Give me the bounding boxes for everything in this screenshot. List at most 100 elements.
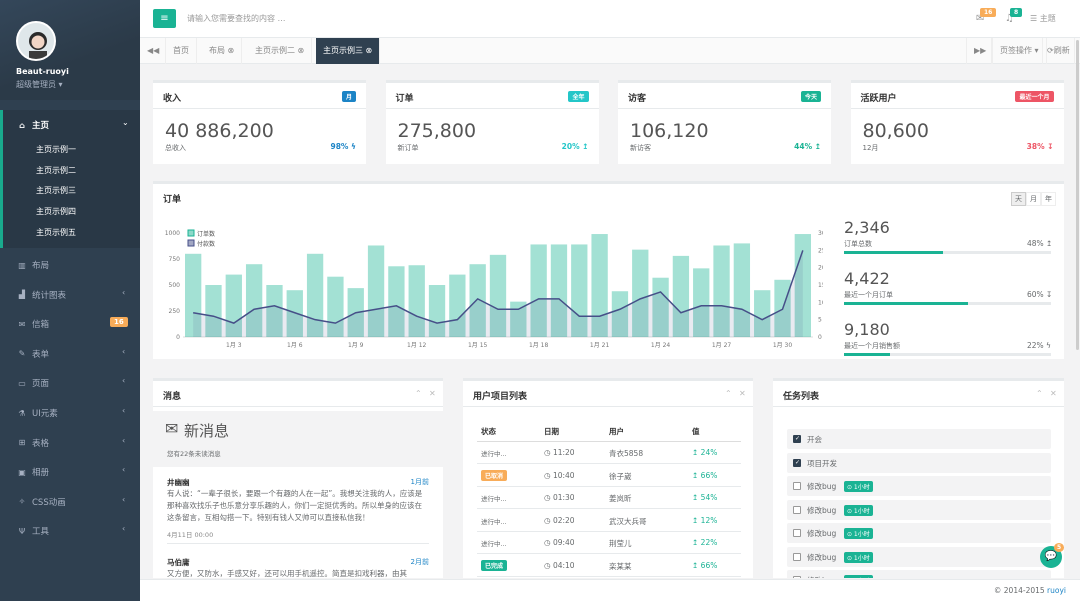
menu-item[interactable]: ✧ CSS动画 [16, 496, 66, 508]
menu-toggle-button[interactable]: ≡ [153, 9, 176, 28]
task-checkbox[interactable]: ✓ [793, 458, 801, 467]
menu-item[interactable]: ▥ 布局 [16, 259, 49, 272]
avatar[interactable] [16, 21, 56, 61]
row-time: ◷ 04:10 [544, 560, 575, 570]
x-tick: 1月 6 [287, 342, 303, 349]
legend-orders: 订单数 [197, 230, 215, 238]
menu-item[interactable]: ⚗ UI元素 [16, 407, 57, 420]
close-icon[interactable]: ⊗ [228, 46, 235, 55]
submenu-item[interactable]: 主页示例三 [36, 185, 76, 196]
close-icon[interactable]: ⊗ [366, 46, 373, 55]
y-right-tick: 5 [818, 317, 822, 324]
menu-item[interactable]: ▣ 相册 [16, 466, 49, 479]
footer-link[interactable]: ruoyi [1047, 586, 1066, 595]
new-messages-heading: 新消息 [184, 422, 230, 440]
refresh-button[interactable]: ⟳刷新 [1042, 38, 1075, 64]
task-checkbox[interactable]: ✓ [793, 435, 801, 443]
task-item[interactable]: 修改bug ⊙ 1小时 [787, 546, 1051, 567]
tab-home-example-2[interactable]: 主页示例二 ⊗ [248, 38, 313, 64]
stat-card-percent: 44% ↥ [794, 142, 821, 151]
task-item[interactable]: 修改bug ⊙ 1小时 [787, 523, 1051, 543]
range-day-button[interactable]: 天 [1011, 192, 1026, 206]
tabs-scroll-left-button[interactable]: ◀◀ [140, 38, 166, 64]
task-checkbox[interactable] [793, 552, 801, 561]
message-time: 1月前 [410, 478, 429, 486]
stat-card-title: 活跃用户 [860, 94, 897, 104]
menu-item[interactable]: ⊞ 表格 [16, 437, 49, 449]
row-time: ◷ 11:20 [544, 448, 575, 457]
task-checkbox[interactable] [793, 576, 801, 578]
task-item[interactable]: 修改bug ⊙ 1小时 [787, 476, 1051, 496]
row-user: 姜岚昕 [609, 494, 632, 503]
submenu-item[interactable]: 主页示例四 [36, 206, 76, 217]
row-value: ↥ 22% [692, 538, 718, 547]
clock-icon: ◷ [544, 470, 553, 480]
task-item[interactable]: ✓ 项目开发 [787, 452, 1051, 473]
search-input[interactable]: 请输入您需要查找的内容 … [187, 13, 286, 24]
menu-item[interactable]: ▟ 统计图表 [16, 289, 66, 301]
task-label: 修改bug [807, 552, 837, 562]
task-checkbox[interactable] [793, 505, 801, 514]
copyright-text: © 2014-2015 [993, 586, 1045, 595]
panel-collapse-icon[interactable]: ⌃ [725, 389, 732, 398]
close-icon[interactable]: ⊗ [298, 46, 305, 55]
task-time-badge: ⊙ 1小时 [844, 575, 873, 578]
row-value: ↥ 66% [692, 560, 718, 570]
submenu-item[interactable]: 主页示例五 [36, 227, 76, 238]
menu-item-home[interactable]: ⌂ 主页 [16, 119, 49, 132]
table-icon: ⊞ [18, 438, 26, 448]
tab-home-example-3[interactable]: 主页示例三 ⊗ [316, 38, 381, 64]
panel-close-icon[interactable]: ✕ [429, 389, 436, 398]
stat-card-value: 106,120 [630, 120, 709, 142]
tab-operations-dropdown[interactable]: 页签操作 ▾ [992, 38, 1047, 64]
order-stat-percent: 60% ↧ [1027, 290, 1053, 299]
order-stat-label: 订单总数 [844, 240, 872, 248]
stat-card: 访客 今天 106,120 新访客 44% ↥ [618, 80, 831, 164]
order-stat-percent: 48% ↥ [1027, 239, 1053, 248]
menu-item[interactable]: Ψ 工具 [16, 525, 49, 538]
row-user: 荆莹儿 [609, 539, 632, 548]
order-stat-label: 最近一个月订单 [844, 291, 893, 299]
row-user: 青衣5858 [609, 449, 644, 458]
home-icon: ⌂ [19, 120, 25, 130]
submenu-item[interactable]: 主页示例一 [36, 144, 76, 155]
menu-item[interactable]: ✎ 表单 [16, 348, 49, 360]
task-item[interactable]: 修改bug ⊙ 1小时 [787, 499, 1051, 520]
tasks-panel-title: 任务列表 [783, 392, 820, 402]
task-label: 项目开发 [807, 458, 837, 468]
range-month-button[interactable]: 月 [1026, 192, 1041, 206]
tab-layout[interactable]: 布局 ⊗ [202, 38, 243, 64]
message-author[interactable]: 马伯庸 [167, 557, 190, 568]
message-time: 2月前 [410, 558, 429, 566]
range-year-button[interactable]: 年 [1041, 192, 1056, 206]
task-item[interactable]: ✓ 开会 [787, 429, 1051, 449]
theme-button[interactable]: ☰ 主题 [1030, 13, 1056, 24]
message-author[interactable]: 井幽幽 [167, 477, 190, 488]
tab-home[interactable]: 首页 [166, 38, 197, 64]
page-scrollbar[interactable] [1076, 40, 1079, 350]
level-up-icon: ↥ [692, 560, 701, 570]
user-name[interactable]: Beaut-ruoyi [16, 67, 69, 76]
menu-item[interactable]: ✉ 信箱 [16, 318, 49, 331]
panel-close-icon[interactable]: ✕ [1050, 389, 1057, 398]
row-user: 武汉大兵哥 [609, 516, 647, 526]
submenu-item[interactable]: 主页示例二 [36, 165, 76, 176]
task-item[interactable]: 修改bug ⊙ 1小时 [787, 570, 1051, 578]
tabs-scroll-right-button[interactable]: ▶▶ [966, 38, 992, 64]
task-checkbox[interactable] [793, 482, 801, 490]
chevron-left-icon: ‹ [122, 346, 126, 356]
task-checkbox[interactable] [793, 529, 801, 537]
panel-collapse-icon[interactable]: ⌃ [1036, 389, 1043, 398]
panel-collapse-icon[interactable]: ⌃ [415, 389, 422, 398]
profile-area: Beaut-ruoyi 超级管理员 ▾ [0, 0, 140, 100]
projects-panel-title: 用户项目列表 [473, 392, 528, 402]
row-time: ◷ 10:40 [544, 470, 575, 480]
envelope-icon: ✉ [165, 419, 179, 438]
user-role-dropdown[interactable]: 超级管理员 ▾ [16, 79, 63, 90]
status-text: 进行中... [481, 495, 507, 503]
stat-card-sub: 12月 [862, 144, 879, 152]
status-badge: 已完成 [481, 559, 508, 571]
new-messages-header: ✉ 新消息 您有22条未读消息 [153, 411, 443, 467]
panel-close-icon[interactable]: ✕ [739, 389, 746, 398]
menu-item[interactable]: ▭ 页面 [16, 377, 49, 390]
